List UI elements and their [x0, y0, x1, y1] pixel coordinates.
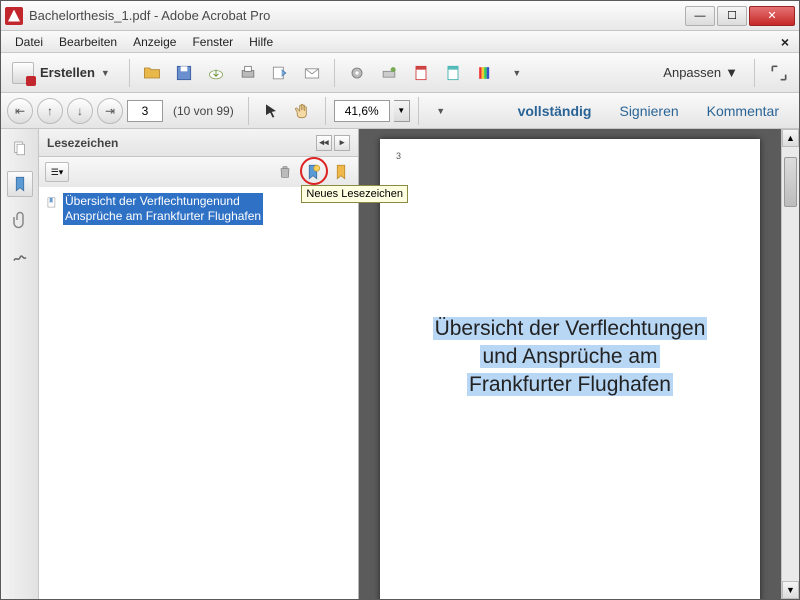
- menu-anzeige[interactable]: Anzeige: [125, 35, 184, 49]
- chevron-down-icon: ▼: [725, 65, 738, 80]
- gear-button[interactable]: [343, 59, 371, 87]
- create-button[interactable]: Erstellen ▼: [7, 57, 121, 89]
- open-button[interactable]: [138, 59, 166, 87]
- vertical-scrollbar[interactable]: ▲ ▼: [781, 129, 799, 599]
- prev-page-button[interactable]: ↑: [37, 98, 63, 124]
- zoom-field[interactable]: 41,6%: [334, 100, 390, 122]
- fullscreen-button[interactable]: [765, 59, 793, 87]
- panel-body: Übersicht der Verflechtungenund Ansprüch…: [39, 187, 358, 599]
- first-page-button[interactable]: ⇤: [7, 98, 33, 124]
- minimize-button[interactable]: —: [685, 6, 715, 26]
- more-button[interactable]: ▼: [503, 59, 531, 87]
- document-viewer[interactable]: 3 Übersicht der Verflechtungen und Anspr…: [359, 129, 781, 599]
- bookmark-extra-button[interactable]: [330, 161, 352, 183]
- next-page-button[interactable]: ↓: [67, 98, 93, 124]
- window-title: Bachelorthesis_1.pdf - Adobe Acrobat Pro: [29, 8, 685, 23]
- close-button[interactable]: ✕: [749, 6, 795, 26]
- create-pdf-icon: [12, 62, 34, 84]
- pdf-page: 3 Übersicht der Verflechtungen und Anspr…: [380, 139, 760, 599]
- panel-title: Lesezeichen: [47, 136, 118, 150]
- rainbow-button[interactable]: [471, 59, 499, 87]
- side-tab-strip: [1, 129, 39, 599]
- new-bookmark-button[interactable]: [302, 161, 324, 183]
- zoom-extra-button[interactable]: ▼: [427, 97, 455, 125]
- app-window: Bachelorthesis_1.pdf - Adobe Acrobat Pro…: [0, 0, 800, 600]
- customize-label: Anpassen: [663, 65, 721, 80]
- document-teal-button[interactable]: [439, 59, 467, 87]
- title-bar: Bachelorthesis_1.pdf - Adobe Acrobat Pro…: [1, 1, 799, 31]
- save-button[interactable]: [170, 59, 198, 87]
- comment-panel-button[interactable]: Kommentar: [693, 103, 793, 119]
- delete-bookmark-button[interactable]: [274, 161, 296, 183]
- scroll-up-button[interactable]: ▲: [782, 129, 799, 147]
- page-number-label: 3: [396, 151, 401, 161]
- bookmarks-panel: Lesezeichen ◂◂ ▸ ☰▾ Neues Lesezeichen: [39, 129, 359, 599]
- tooltip: Neues Lesezeichen: [301, 185, 408, 203]
- share-button[interactable]: [266, 59, 294, 87]
- chapter-title: Übersicht der Verflechtungen und Ansprüc…: [380, 315, 760, 399]
- bookmark-text: Übersicht der Verflechtungenund Ansprüch…: [63, 193, 263, 225]
- menu-bearbeiten[interactable]: Bearbeiten: [51, 35, 125, 49]
- printer-button[interactable]: [375, 59, 403, 87]
- document-red-button[interactable]: [407, 59, 435, 87]
- pages-tab[interactable]: [7, 135, 33, 161]
- panel-options-button[interactable]: ☰▾: [45, 162, 69, 182]
- bookmark-icon: [45, 195, 59, 211]
- email-button[interactable]: [298, 59, 326, 87]
- panel-header: Lesezeichen ◂◂ ▸: [39, 129, 358, 157]
- select-tool-button[interactable]: [257, 97, 285, 125]
- app-icon: [5, 7, 23, 25]
- sign-panel-button[interactable]: Signieren: [605, 103, 692, 119]
- print-button[interactable]: [234, 59, 262, 87]
- scroll-thumb[interactable]: [784, 157, 797, 207]
- last-page-button[interactable]: ⇥: [97, 98, 123, 124]
- signatures-tab[interactable]: [7, 243, 33, 269]
- menu-hilfe[interactable]: Hilfe: [241, 35, 281, 49]
- create-label: Erstellen: [40, 65, 95, 80]
- menu-bar: Datei Bearbeiten Anzeige Fenster Hilfe ×: [1, 31, 799, 53]
- menu-datei[interactable]: Datei: [7, 35, 51, 49]
- hand-tool-button[interactable]: [289, 97, 317, 125]
- scroll-track[interactable]: [782, 147, 799, 581]
- panel-expand-button[interactable]: ▸: [334, 135, 350, 151]
- chevron-down-icon: ▼: [101, 68, 110, 78]
- main-area: Lesezeichen ◂◂ ▸ ☰▾ Neues Lesezeichen: [1, 129, 799, 599]
- page-count-label: (10 von 99): [167, 104, 240, 118]
- cloud-button[interactable]: [202, 59, 230, 87]
- bookmarks-tab[interactable]: [7, 171, 33, 197]
- menu-fenster[interactable]: Fenster: [184, 35, 241, 49]
- panel-toolbar: ☰▾ Neues Lesezeichen: [39, 157, 358, 187]
- maximize-button[interactable]: ☐: [717, 6, 747, 26]
- full-panel-button[interactable]: vollständig: [504, 103, 606, 119]
- panel-rewind-button[interactable]: ◂◂: [316, 135, 332, 151]
- toolbar-nav: ⇤ ↑ ↓ ⇥ (10 von 99) 41,6% ▼ ▼ vollständi…: [1, 93, 799, 129]
- customize-button[interactable]: Anpassen ▼: [657, 65, 744, 80]
- attachments-tab[interactable]: [7, 207, 33, 233]
- toolbar-main: Erstellen ▼ ▼ Anpassen ▼: [1, 53, 799, 93]
- page-number-field[interactable]: [127, 100, 163, 122]
- zoom-dropdown-button[interactable]: ▼: [394, 100, 410, 122]
- scroll-down-button[interactable]: ▼: [782, 581, 799, 599]
- menu-close-icon[interactable]: ×: [777, 34, 793, 50]
